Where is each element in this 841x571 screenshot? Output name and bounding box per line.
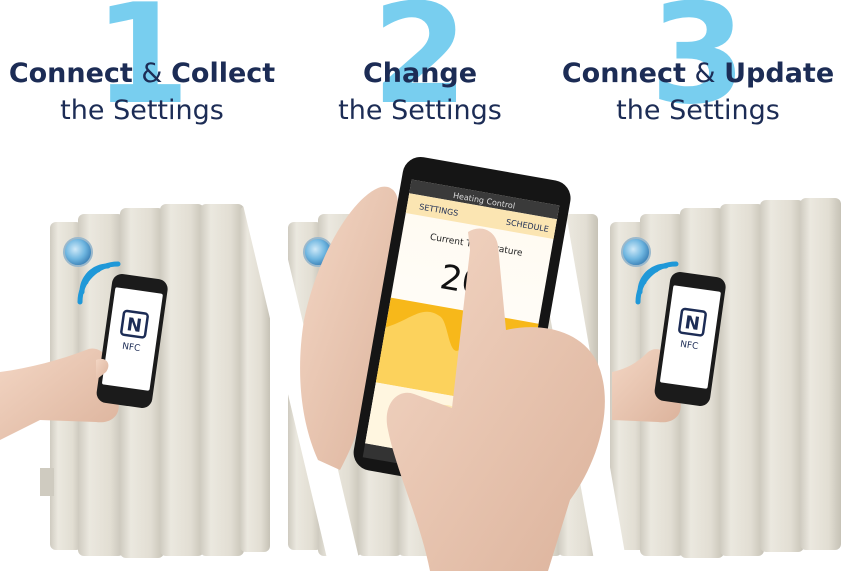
step-3-verb: Connect bbox=[561, 58, 686, 89]
step-3-subtitle: the Settings bbox=[616, 95, 780, 126]
step-1-verb-2: Collect bbox=[171, 58, 276, 89]
step-1-verb: Connect bbox=[8, 58, 133, 89]
step-3-verb-2: Update bbox=[724, 58, 835, 89]
step-2-subtitle: the Settings bbox=[338, 95, 502, 126]
illustration-scene: N NFC N NFC Heating Control SETTINGS SCH… bbox=[0, 150, 841, 571]
step-3-ampersand: & bbox=[685, 58, 725, 89]
svg-text:N: N bbox=[125, 314, 143, 337]
step-1-ampersand: & bbox=[132, 58, 172, 89]
step-1-heading: 1 Connect & Collect the Settings bbox=[2, 0, 282, 150]
step-2-verb: Change bbox=[362, 58, 478, 89]
svg-text:N: N bbox=[683, 312, 701, 335]
step-1-subtitle: the Settings bbox=[60, 95, 224, 126]
step-3-heading: 3 Connect & Update the Settings bbox=[558, 0, 838, 150]
step-2-heading: 2 Change the Settings bbox=[280, 0, 560, 150]
